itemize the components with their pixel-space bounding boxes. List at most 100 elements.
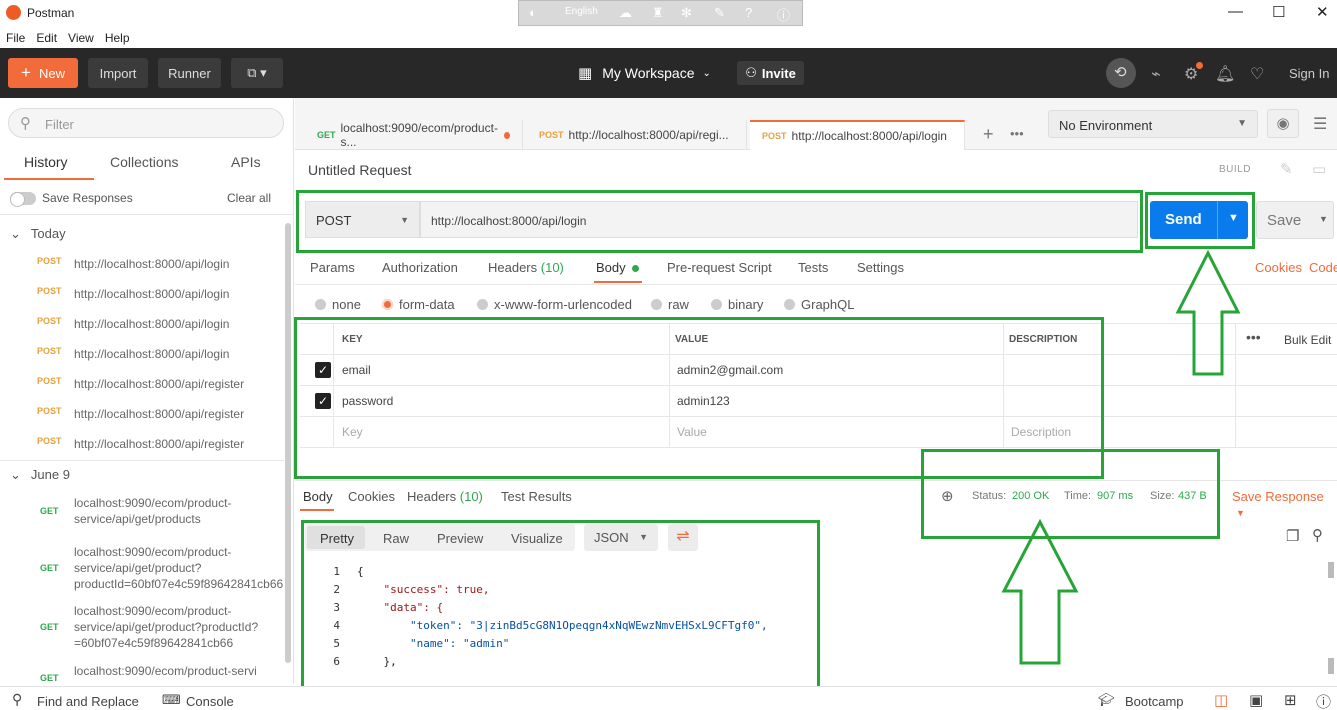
tab-body[interactable]: Body <box>596 260 640 275</box>
response-scrollbar[interactable] <box>1328 562 1334 677</box>
tab-apis[interactable]: APIs <box>231 154 261 170</box>
history-url: http://localhost:8000/api/login <box>74 257 230 271</box>
keyboard-shortcuts-icon[interactable]: ⊞ <box>1284 691 1297 709</box>
ime-logo-icon[interactable]: ◐ <box>529 5 537 20</box>
request-tab[interactable]: POST http://localhost:8000/api/regi... <box>527 120 747 150</box>
graduation-cap-icon[interactable]: 🎓︎ <box>1098 692 1115 708</box>
tab-history[interactable]: History <box>24 154 68 170</box>
ime-language[interactable]: English <box>565 6 598 17</box>
body-type-urlencoded[interactable]: x-www-form-urlencoded <box>477 297 632 312</box>
help-icon[interactable]: ⓘ <box>1316 691 1331 710</box>
request-tab[interactable]: GET localhost:9090/ecom/product-s... <box>305 120 523 150</box>
body-type-none[interactable]: none <box>315 297 361 312</box>
menu-file[interactable]: File <box>6 31 25 45</box>
ime-info-icon[interactable]: ⓘ <box>777 5 790 24</box>
close-button[interactable]: ✕ <box>1316 3 1329 21</box>
menu-bar: File Edit View Help <box>0 28 1337 48</box>
cookies-link[interactable]: Cookies <box>1255 260 1302 275</box>
body-type-binary[interactable]: binary <box>711 297 763 312</box>
workspace-switcher[interactable]: ▦ My Workspace ⌄ <box>578 64 711 82</box>
environment-quick-look[interactable]: ◉ <box>1267 109 1299 138</box>
save-button[interactable]: Save ▼ <box>1256 201 1334 239</box>
bootcamp-button[interactable]: Bootcamp <box>1125 694 1184 709</box>
tab-pre-request-script[interactable]: Pre-request Script <box>667 260 772 275</box>
tab-params[interactable]: Params <box>310 260 355 275</box>
annotation-response-box <box>301 520 820 695</box>
code-link[interactable]: Code <box>1309 260 1337 275</box>
history-url: http://localhost:8000/api/register <box>74 407 245 421</box>
manage-environments-icon[interactable]: ☰ <box>1313 114 1327 134</box>
request-title[interactable]: Untitled Request <box>308 162 412 178</box>
add-tab-icon[interactable]: + <box>983 124 994 145</box>
clear-all-button[interactable]: Clear all <box>227 191 271 205</box>
response-tab-headers[interactable]: Headers (10) <box>407 489 483 504</box>
new-window-button[interactable]: ⧉ ▾ <box>231 58 283 88</box>
body-type-form-data[interactable]: form-data <box>382 297 455 312</box>
comments-icon[interactable]: ▭ <box>1312 160 1326 178</box>
chevron-down-icon: ⌄ <box>10 467 21 482</box>
console-button[interactable]: Console <box>186 694 234 709</box>
search-icon[interactable]: ⚲ <box>12 691 22 708</box>
tab-label: localhost:9090/ecom/product-s... <box>340 121 498 149</box>
sidebar-scrollbar[interactable] <box>285 223 291 663</box>
heart-icon[interactable]: ♡ <box>1250 64 1264 84</box>
body-type-graphql[interactable]: GraphQL <box>784 297 854 312</box>
satellite-icon[interactable]: ⌁ <box>1151 64 1161 84</box>
bulk-edit-link[interactable]: Bulk Edit <box>1284 333 1331 347</box>
response-tab-body[interactable]: Body <box>303 489 333 504</box>
active-tab-indicator <box>300 509 334 511</box>
search-icon[interactable]: ⚲ <box>1312 526 1323 544</box>
ime-toolbar: ◐ English ☁ ♜ ✻ ✎ ? ⓘ <box>518 0 803 26</box>
ime-settings-icon[interactable]: ✻ <box>681 5 692 21</box>
tab-authorization[interactable]: Authorization <box>382 260 458 275</box>
menu-help[interactable]: Help <box>105 31 130 45</box>
tab-tests[interactable]: Tests <box>798 260 828 275</box>
menu-edit[interactable]: Edit <box>36 31 57 45</box>
group-today[interactable]: ⌄ Today <box>10 226 66 242</box>
sign-in-button[interactable]: Sign In <box>1289 66 1329 81</box>
menu-view[interactable]: View <box>68 31 94 45</box>
sync-off-button[interactable]: ⟲ <box>1106 58 1136 88</box>
find-replace-button[interactable]: Find and Replace <box>37 694 139 709</box>
environment-select[interactable]: No Environment ▼ <box>1048 110 1258 138</box>
ime-help-icon[interactable]: ? <box>745 5 752 20</box>
invite-button[interactable]: ⚇ Invite <box>737 61 804 85</box>
filter-input[interactable]: ⚲ Filter <box>8 108 284 138</box>
console-icon[interactable]: ⌨ <box>162 692 181 708</box>
annotation-arrow-up-icon <box>1175 250 1241 376</box>
bell-icon[interactable]: 🔔︎ <box>1215 64 1235 84</box>
tab-collections[interactable]: Collections <box>110 154 178 170</box>
import-button[interactable]: Import <box>88 58 148 88</box>
ime-pen-icon[interactable]: ✎ <box>714 5 725 21</box>
more-tabs-icon[interactable]: ••• <box>1010 126 1024 141</box>
response-tab-test-results[interactable]: Test Results <box>501 489 572 504</box>
window-plus-icon: ⧉ ▾ <box>247 65 267 80</box>
history-url: localhost:9090/ecom/product-service/api/… <box>74 545 284 591</box>
runner-button[interactable]: Runner <box>158 58 221 88</box>
tab-label: http://localhost:8000/api/regi... <box>568 128 729 142</box>
tab-settings[interactable]: Settings <box>857 260 904 275</box>
scrollbar-thumb[interactable] <box>1328 562 1334 578</box>
response-tab-cookies[interactable]: Cookies <box>348 489 395 504</box>
chevron-down-icon[interactable]: ▼ <box>1319 214 1328 224</box>
new-button[interactable]: + New <box>8 58 78 88</box>
scrollbar-thumb[interactable] <box>1328 658 1334 674</box>
tab-headers[interactable]: Headers (10) <box>488 260 564 275</box>
request-tab-active[interactable]: POST http://localhost:8000/api/login <box>750 120 965 150</box>
body-type-raw[interactable]: raw <box>651 297 689 312</box>
group-june-9[interactable]: ⌄ June 9 <box>10 467 70 483</box>
method-badge: POST <box>762 131 787 141</box>
two-pane-icon[interactable]: ◫ <box>1214 691 1228 709</box>
ime-cloud-icon[interactable]: ☁ <box>619 5 632 21</box>
edit-icon[interactable]: ✎ <box>1280 160 1293 178</box>
layout-icon[interactable]: ▣ <box>1249 691 1263 709</box>
save-response-button[interactable]: Save Response ▼ <box>1232 489 1337 519</box>
copy-icon[interactable]: ❐ <box>1286 527 1299 545</box>
active-dot-icon <box>632 265 640 272</box>
more-options-icon[interactable]: ••• <box>1246 329 1261 345</box>
minimize-button[interactable]: — <box>1228 3 1243 20</box>
ime-skin-icon[interactable]: ♜ <box>652 5 664 21</box>
maximize-button[interactable]: ☐ <box>1272 3 1285 21</box>
save-responses-toggle[interactable] <box>10 192 36 207</box>
history-item[interactable]: GET localhost:9090/ecom/product-servi <box>0 663 284 683</box>
